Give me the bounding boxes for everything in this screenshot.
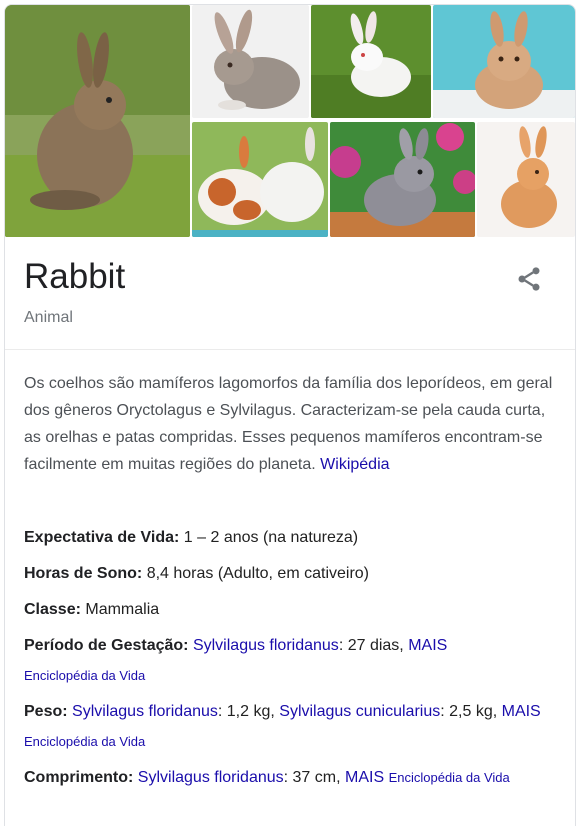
fact-label[interactable]: Comprimento: (24, 769, 133, 786)
rabbit-photo-wild-brown[interactable] (5, 5, 190, 237)
rabbit-photo-white-orange-pair[interactable] (192, 122, 328, 237)
fact-value: : 27 dias, (338, 637, 404, 654)
description-body: Os coelhos são mamíferos lagomorfos da f… (24, 375, 553, 473)
fact-length: Comprimento: Sylvilagus floridanus: 37 c… (24, 763, 554, 793)
more-link[interactable]: MAIS (345, 769, 384, 786)
share-button[interactable] (515, 265, 543, 293)
fact-label[interactable]: Período de Gestação: (24, 637, 189, 654)
fact-gestation: Período de Gestação: Sylvilagus floridan… (24, 631, 554, 691)
species-link[interactable]: Sylvilagus floridanus (193, 637, 339, 654)
species-link[interactable]: Sylvilagus floridanus (72, 703, 218, 720)
fact-value: 1 – 2 anos (na natureza) (183, 529, 359, 546)
species-link[interactable]: Sylvilagus cunicularius (279, 703, 440, 720)
wikipedia-link[interactable]: Wikipédia (320, 456, 389, 473)
image-gallery (5, 5, 575, 239)
rabbit-photo-gray-flowers[interactable] (330, 122, 475, 237)
fact-label[interactable]: Classe: (24, 601, 81, 618)
fact-label[interactable]: Expectativa de Vida: (24, 529, 179, 546)
fact-label[interactable]: Peso: (24, 703, 68, 720)
fact-class: Classe: Mammalia (24, 595, 554, 625)
fact-value: : 1,2 kg, (217, 703, 275, 720)
species-link[interactable]: Sylvilagus floridanus (138, 769, 284, 786)
fact-value: : 2,5 kg, (440, 703, 498, 720)
rabbit-photo-orange-white-bg[interactable] (477, 122, 575, 237)
share-icon (518, 267, 540, 291)
more-link[interactable]: MAIS (502, 703, 541, 720)
fact-life-expectancy: Expectativa de Vida: 1 – 2 anos (na natu… (24, 523, 554, 553)
entity-title: Rabbit (24, 257, 126, 296)
fact-sleep-hours: Horas de Sono: 8,4 horas (Adulto, em cat… (24, 559, 554, 589)
source-link[interactable]: Enciclopédia da Vida (24, 734, 145, 749)
fact-weight: Peso: Sylvilagus floridanus: 1,2 kg, Syl… (24, 697, 554, 757)
description-text: Os coelhos são mamíferos lagomorfos da f… (24, 370, 554, 478)
rabbit-photo-white-grass[interactable] (311, 5, 431, 118)
entity-subtitle: Animal (24, 309, 73, 326)
source-link[interactable]: Enciclopédia da Vida (389, 770, 510, 785)
fact-label[interactable]: Horas de Sono: (24, 565, 142, 582)
description-section: Os coelhos são mamíferos lagomorfos da f… (24, 370, 554, 478)
fact-value: : 37 cm, (283, 769, 341, 786)
rabbit-photo-gray-white-bg[interactable] (192, 5, 309, 118)
entity-header: Rabbit Animal (5, 239, 575, 350)
fact-value: Mammalia (85, 601, 160, 618)
fact-value: 8,4 horas (Adulto, em cativeiro) (146, 565, 370, 582)
facts-section: Expectativa de Vida: 1 – 2 anos (na natu… (24, 523, 554, 799)
source-link[interactable]: Enciclopédia da Vida (24, 668, 145, 683)
rabbit-photo-tan-blue-bg[interactable] (433, 5, 575, 118)
knowledge-panel: Rabbit Animal Os coelhos são mamíferos l… (4, 4, 576, 826)
more-link[interactable]: MAIS (408, 637, 447, 654)
